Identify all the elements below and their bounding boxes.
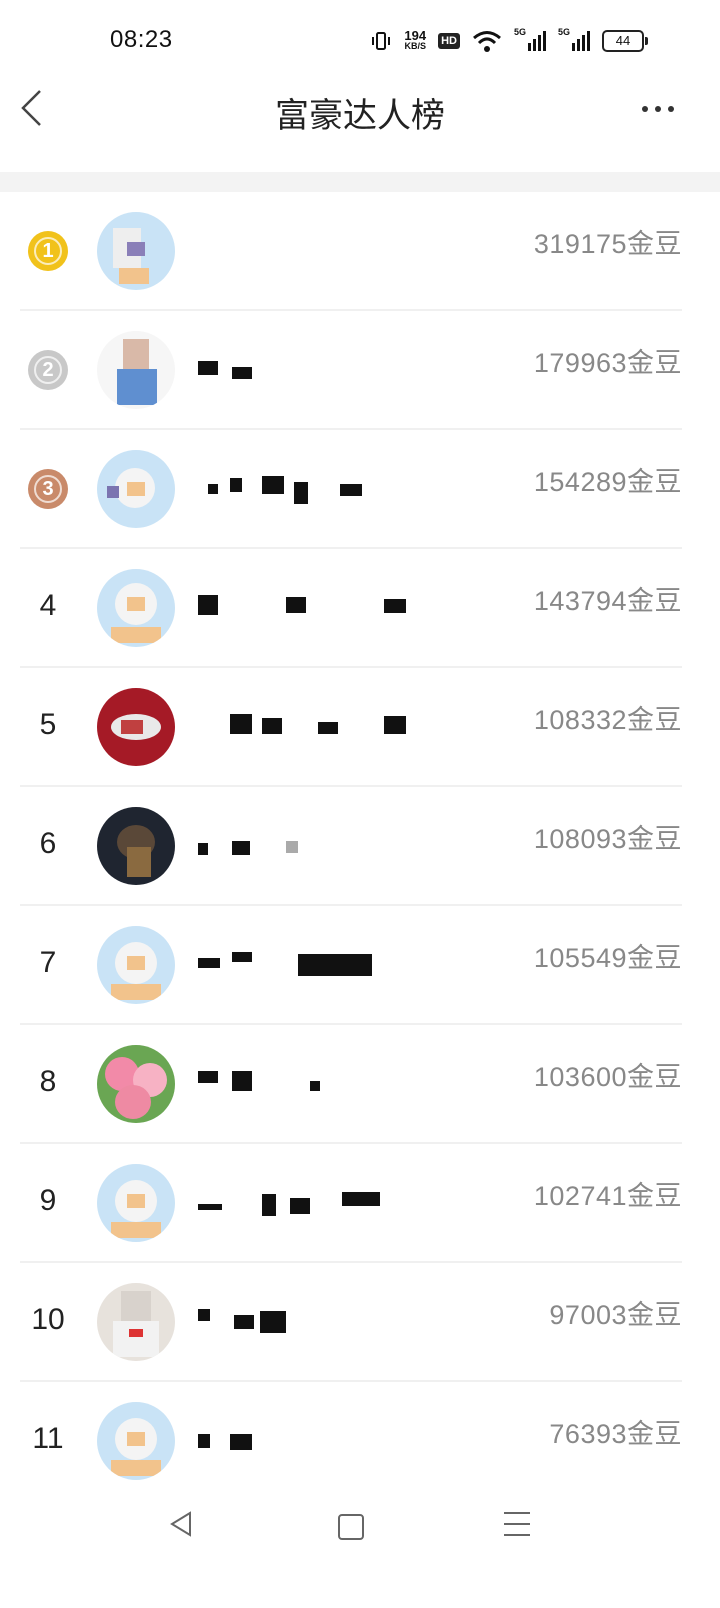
avatar[interactable]	[97, 331, 175, 409]
avatar[interactable]	[97, 450, 175, 528]
list-item[interactable]: 8 103600金豆	[0, 1025, 720, 1144]
status-icons: 194 KB/S HD 5G 5G 44	[370, 24, 648, 58]
gold-medal-icon: 1	[28, 231, 68, 271]
score-value: 179963金豆	[533, 348, 682, 378]
avatar[interactable]	[97, 1164, 175, 1242]
rank-number: 10	[31, 1303, 65, 1336]
score-value: 154289金豆	[533, 467, 682, 497]
avatar[interactable]	[97, 807, 175, 885]
list-item[interactable]: 7 105549金豆	[0, 906, 720, 1025]
username-redacted	[198, 714, 406, 742]
avatar[interactable]	[97, 1045, 175, 1123]
ranking-list: 1 319175金豆 2 179963金豆 3 154289金豆 4 14379…	[0, 192, 720, 1501]
username-redacted	[198, 833, 398, 861]
menu-lines-icon[interactable]	[504, 1512, 530, 1545]
score-value: 105549金豆	[533, 943, 682, 973]
rank-number: 5	[39, 708, 57, 741]
list-item[interactable]: 3 154289金豆	[0, 430, 720, 549]
username-redacted	[198, 952, 398, 980]
battery-icon: 44	[602, 30, 648, 52]
rank-number: 8	[39, 1065, 57, 1098]
list-item[interactable]: 9 102741金豆	[0, 1144, 720, 1263]
list-item[interactable]: 1 319175金豆	[0, 192, 720, 311]
score-value: 103600金豆	[533, 1062, 682, 1092]
hd-badge: HD	[438, 33, 460, 49]
list-item[interactable]: 10 97003金豆	[0, 1263, 720, 1382]
username-redacted	[198, 1309, 398, 1337]
bronze-medal-icon: 3	[28, 469, 68, 509]
wifi-icon	[473, 31, 501, 52]
cell-signal-2-icon: 5G	[558, 27, 590, 51]
rank-number: 11	[32, 1422, 64, 1455]
score-value: 108093金豆	[533, 824, 682, 854]
score-value: 143794金豆	[533, 586, 682, 616]
vibrate-icon	[372, 32, 391, 50]
status-time: 08:23	[110, 26, 173, 53]
score-value: 108332金豆	[533, 705, 682, 735]
rank-number: 4	[39, 589, 57, 622]
rank-number: 6	[39, 827, 57, 860]
avatar[interactable]	[97, 688, 175, 766]
username-redacted	[198, 1190, 398, 1218]
list-item[interactable]: 5 108332金豆	[0, 668, 720, 787]
more-dots-icon[interactable]	[642, 106, 674, 112]
rank-number: 9	[39, 1184, 57, 1217]
score-value: 97003金豆	[549, 1300, 682, 1330]
silver-medal-icon: 2	[28, 350, 68, 390]
rank-number: 7	[39, 946, 57, 979]
username-redacted	[198, 476, 398, 504]
username-redacted	[198, 595, 406, 623]
page-header: 富豪达人榜	[0, 80, 720, 172]
avatar[interactable]	[97, 1283, 175, 1361]
triangle-back-icon[interactable]	[168, 1510, 194, 1538]
system-nav-bar	[0, 1488, 720, 1608]
score-value: 102741金豆	[533, 1181, 682, 1211]
username-redacted	[198, 1071, 398, 1099]
avatar[interactable]	[97, 212, 175, 290]
square-home-icon[interactable]	[338, 1514, 364, 1540]
avatar[interactable]	[97, 1402, 175, 1480]
score-value: 319175金豆	[533, 229, 682, 259]
avatar[interactable]	[97, 569, 175, 647]
list-item[interactable]: 4 143794金豆	[0, 549, 720, 668]
status-bar: 08:23 194 KB/S HD 5G 5G 44	[0, 0, 720, 80]
network-speed: 194 KB/S	[404, 28, 427, 51]
battery-level: 44	[602, 30, 644, 52]
list-item[interactable]: 11 76393金豆	[0, 1382, 720, 1501]
username-redacted	[198, 1428, 398, 1456]
cell-signal-1-icon: 5G	[514, 27, 546, 51]
list-item[interactable]: 2 179963金豆	[0, 311, 720, 430]
header-divider	[0, 172, 720, 192]
page-title: 富豪达人榜	[275, 97, 445, 135]
username-redacted	[198, 357, 398, 385]
score-value: 76393金豆	[549, 1419, 682, 1449]
list-item[interactable]: 6 108093金豆	[0, 787, 720, 906]
avatar[interactable]	[97, 926, 175, 1004]
